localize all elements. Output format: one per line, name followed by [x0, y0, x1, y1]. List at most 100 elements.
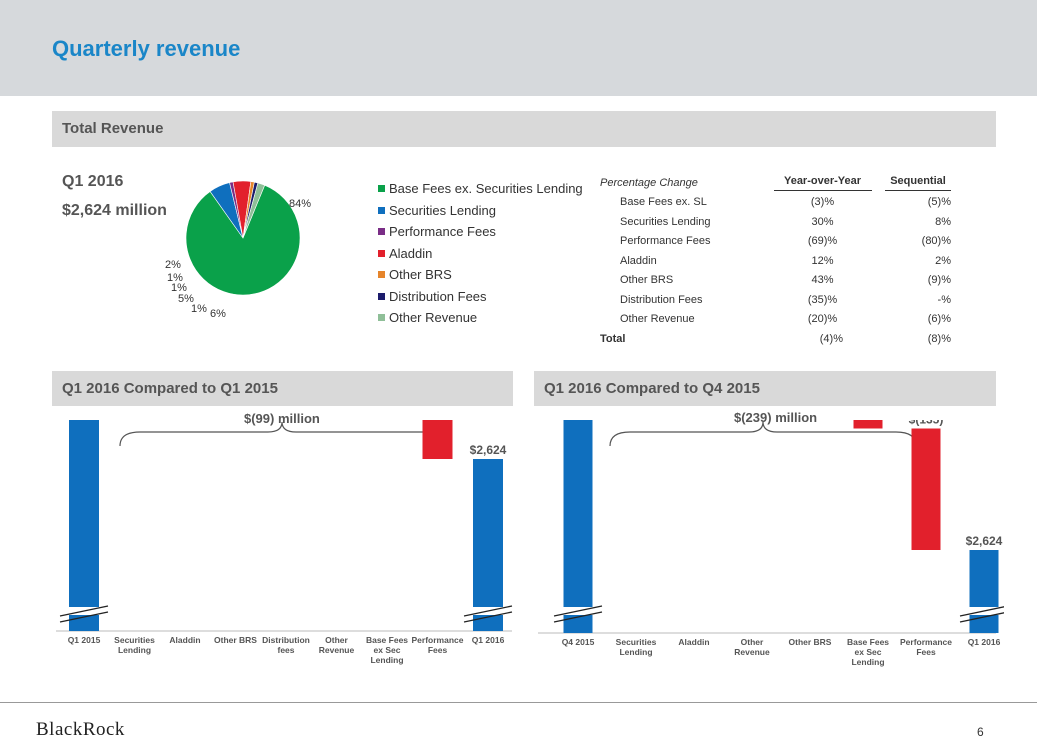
page-number: 6 [977, 725, 984, 739]
legend-item-sec-lending: Securities Lending [378, 200, 583, 222]
legend-swatch [378, 185, 385, 193]
category-label: Other [741, 637, 764, 647]
row-label: Other Revenue [620, 313, 695, 326]
legend-swatch [378, 271, 385, 279]
legend-item-performance: Performance Fees [378, 221, 583, 243]
category-label: Securities [114, 635, 155, 645]
table-header-row: Percentage Change Year-over-Year Sequent… [600, 173, 975, 193]
pie-legend: Base Fees ex. Securities Lending Securit… [378, 178, 583, 329]
category-label: Lending [851, 657, 884, 667]
row-yoy: (20)% [807, 313, 838, 326]
blackrock-logo: BlackRock [36, 719, 125, 740]
total-revenue-band: Total Revenue [52, 111, 996, 147]
legend-item-distribution: Distribution Fees [378, 286, 583, 308]
row-yoy: (35)% [807, 293, 838, 306]
row-seq: 8% [935, 215, 951, 228]
table-row: Base Fees ex. SL (3)% (5)% [600, 193, 975, 213]
legend-item-aladdin: Aladdin [378, 243, 583, 265]
row-label: Distribution Fees [620, 293, 703, 306]
legend-swatch [378, 249, 385, 257]
waterfall-bar [911, 428, 941, 550]
yoy-waterfall-chart: $2,723Q1 2015$34SecuritiesLending$15Alad… [56, 420, 513, 665]
pie-label-sec-lending: 6% [210, 308, 226, 320]
row-label: Base Fees ex. SL [620, 196, 707, 209]
legend-label: Securities Lending [389, 202, 496, 218]
yoy-header-text: Year-over-Year [773, 175, 872, 191]
table-header-yoy: Year-over-Year [770, 173, 875, 193]
table-row: Aladdin 12% 2% [600, 251, 975, 271]
quarter-label: Q1 2016 [62, 173, 124, 190]
table-header-label: Percentage Change [600, 176, 698, 189]
legend-item-base-fees: Base Fees ex. Securities Lending [378, 178, 583, 200]
category-label: Performance [412, 635, 464, 645]
row-label: Performance Fees [620, 235, 711, 248]
row-seq: -% [937, 293, 951, 306]
data-label: $2,624 [966, 534, 1003, 548]
category-label: Performance [900, 637, 952, 647]
row-yoy: 12% [811, 254, 834, 267]
table-row: Securities Lending 30% 8% [600, 212, 975, 232]
category-label: Aladdin [169, 635, 200, 645]
bridge-brace [119, 421, 445, 447]
pie-label-aladdin: 5% [178, 293, 194, 305]
legend-label: Aladdin [389, 245, 433, 261]
row-label: Total [600, 332, 626, 345]
row-seq: (6)% [927, 313, 951, 326]
category-label: Q1 2015 [68, 635, 101, 645]
category-label: Other BRS [214, 635, 257, 645]
row-yoy: 30% [811, 215, 834, 228]
pie-label-distribution: 1% [167, 272, 183, 284]
row-label: Securities Lending [620, 215, 711, 228]
legend-label: Other Revenue [389, 310, 478, 326]
legend-label: Other BRS [389, 267, 452, 283]
percentage-change-table: Percentage Change Year-over-Year Sequent… [600, 173, 975, 349]
seq-waterfall-chart: $2,863Q4 2015$11SecuritiesLending$3Aladd… [538, 420, 1004, 667]
footer-divider [0, 702, 1037, 703]
category-label: ex Sec [374, 645, 401, 655]
table-header-seq: Sequential [875, 173, 975, 193]
category-label: fees [277, 645, 294, 655]
category-label: Q4 2015 [562, 637, 595, 647]
row-yoy: (3)% [810, 196, 835, 209]
page-title: Quarterly revenue [52, 36, 241, 61]
seq-header-text: Sequential [885, 175, 951, 191]
legend-swatch [378, 228, 385, 236]
category-label: Lending [118, 645, 151, 655]
data-label: $2,624 [470, 443, 507, 457]
waterfall-bar [69, 420, 99, 631]
category-label: Other BRS [789, 637, 832, 647]
row-yoy: (69)% [807, 235, 838, 248]
seq-band: Q1 2016 Compared to Q4 2015 [534, 371, 996, 406]
table-row: Other BRS 43% (9)% [600, 271, 975, 291]
row-label: Other BRS [620, 274, 674, 287]
category-label: Distribution [262, 635, 310, 645]
row-seq: (8)% [927, 332, 951, 345]
row-seq: (5)% [927, 196, 951, 209]
seq-band-title: Q1 2016 Compared to Q4 2015 [544, 380, 760, 397]
row-yoy: 43% [811, 274, 834, 287]
category-label: Lending [619, 647, 652, 657]
pie-label-other-revenue: 2% [165, 259, 181, 271]
table-row: Distribution Fees (35)% -% [600, 290, 975, 310]
waterfall-bar [853, 420, 883, 429]
table-row: Performance Fees (69)% (80)% [600, 232, 975, 252]
revenue-pie-chart [185, 180, 301, 296]
legend-label: Performance Fees [389, 224, 496, 240]
legend-label: Base Fees ex. Securities Lending [389, 181, 583, 197]
category-label: ex Sec [855, 647, 882, 657]
category-label: Aladdin [678, 637, 709, 647]
data-label: $(135) [909, 420, 944, 427]
waterfall-bar [563, 420, 593, 633]
waterfall-bar [422, 420, 453, 459]
category-label: Q1 2016 [968, 637, 1001, 647]
total-revenue-band-title: Total Revenue [62, 120, 164, 137]
row-yoy: (4)% [819, 332, 843, 345]
category-label: Revenue [319, 645, 355, 655]
waterfall-bar [473, 459, 503, 631]
row-seq: 2% [935, 254, 951, 267]
category-label: Base Fees [847, 637, 889, 647]
legend-swatch [378, 314, 385, 322]
pie-label-base-fees: 84% [289, 198, 312, 210]
category-label: Other [325, 635, 348, 645]
legend-item-other-brs: Other BRS [378, 264, 583, 286]
